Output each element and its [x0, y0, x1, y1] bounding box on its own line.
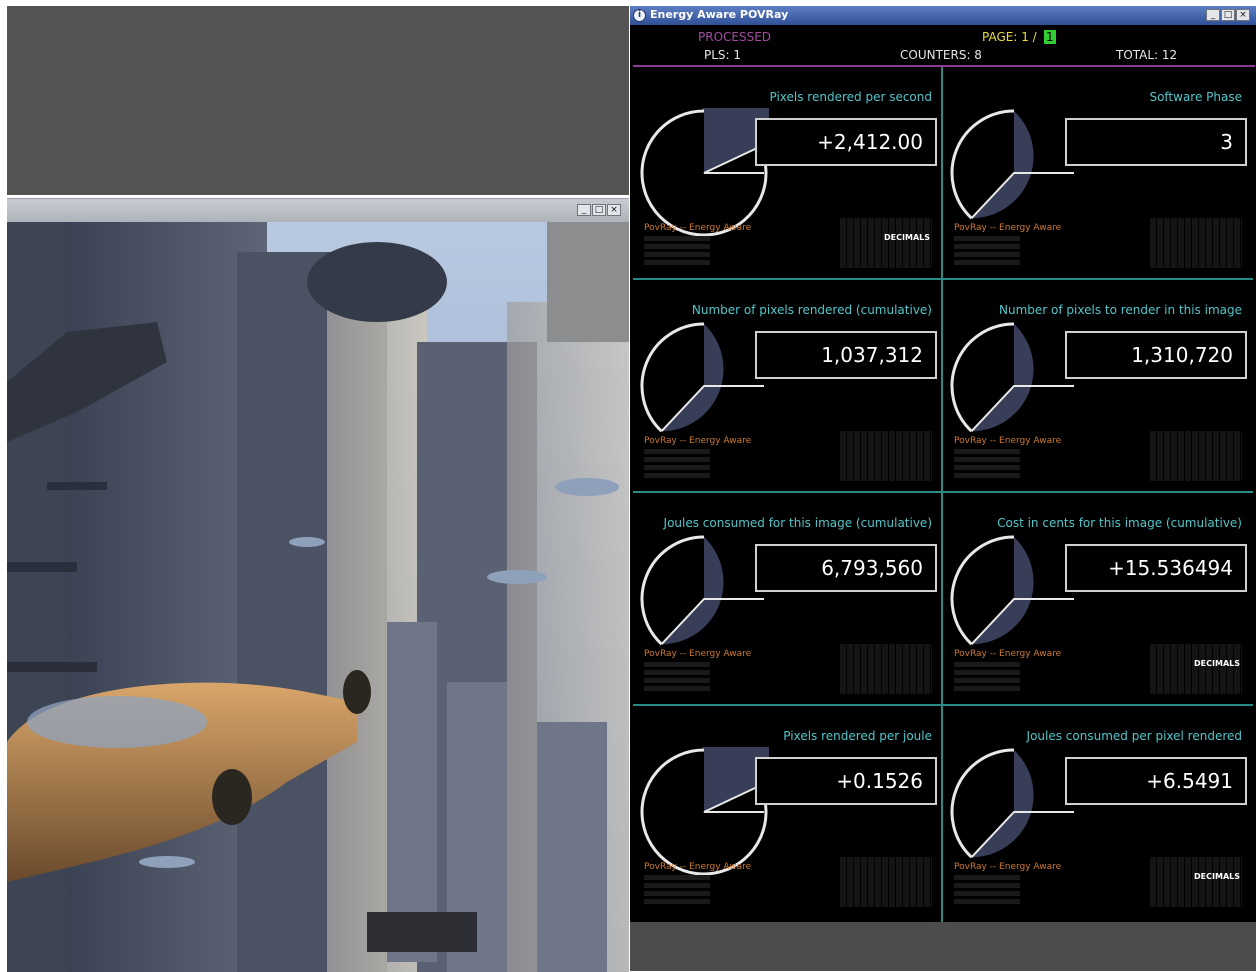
counter-panel[interactable]: Pixels rendered per second +2,412.00 PovRa… [633, 68, 938, 278]
source-label: PovRay -- Energy Aware [954, 223, 1062, 233]
decimals-label[interactable]: DECIMALS [884, 233, 930, 242]
gauge-fill [971, 750, 1034, 858]
counter-title: Joules consumed for this image (cumulati… [663, 516, 932, 530]
window-title: Energy Aware POVRay [650, 8, 789, 21]
app-titlebar[interactable]: i Energy Aware POVRay _ □ × [630, 6, 1256, 25]
gauge-fill [661, 324, 724, 432]
gauge-dial [640, 535, 764, 646]
minimize-button[interactable]: _ [1206, 9, 1220, 21]
processed-label: PROCESSED [698, 30, 772, 44]
counter-title: Number of pixels to render in this image [999, 303, 1242, 317]
gauge-fill [661, 537, 724, 645]
empty-desktop-area [7, 6, 629, 195]
faded-text-block [954, 449, 1020, 481]
page-label: PAGE: 1 / [982, 30, 1037, 44]
counter-panel[interactable]: Joules consumed for this image (cumulati… [633, 494, 938, 704]
total-count: TOTAL: 12 [1116, 48, 1178, 62]
gauge-dial [950, 748, 1074, 859]
counters-count: COUNTERS: 8 [900, 48, 982, 62]
source-label: PovRay -- Energy Aware [644, 649, 752, 659]
counter-panel[interactable]: Number of pixels to render in this image… [943, 281, 1248, 491]
header-divider [633, 65, 1255, 67]
gauge-dial [950, 322, 1074, 433]
maximize-button[interactable]: □ [592, 204, 606, 216]
counter-title: Number of pixels rendered (cumulative) [691, 303, 932, 317]
counter-title: Pixels rendered per second [769, 90, 932, 104]
gauge-dial [950, 109, 1074, 220]
source-label: PovRay -- Energy Aware [644, 862, 752, 872]
counter-title: Software Phase [1149, 90, 1242, 104]
counter-title: Cost in cents for this image (cumulative… [997, 516, 1242, 530]
source-label: PovRay -- Energy Aware [954, 649, 1062, 659]
faded-text-block [644, 662, 710, 694]
faded-text-block [644, 875, 710, 907]
gauge-fill [971, 537, 1034, 645]
gauge-dial [640, 747, 769, 876]
page-current-button[interactable]: 1 [1044, 30, 1056, 44]
decimals-label[interactable]: DECIMALS [1194, 659, 1240, 668]
pls-count: PLS: 1 [704, 48, 742, 62]
counter-value: +2,412.00 [755, 118, 937, 166]
counter-panel[interactable]: Number of pixels rendered (cumulative) 1,… [633, 281, 938, 491]
grid-divider-horizontal [633, 704, 1253, 706]
info-icon: i [633, 9, 646, 22]
counter-value: 6,793,560 [755, 544, 937, 592]
faded-text-block [954, 236, 1020, 268]
minimize-button[interactable]: _ [577, 204, 591, 216]
counter-value: 1,037,312 [755, 331, 937, 379]
source-label: PovRay -- Energy Aware [644, 223, 752, 233]
faded-text-block [644, 449, 710, 481]
counter-panel[interactable]: Pixels rendered per joule +0.1526 PovRay -… [633, 707, 938, 917]
source-label: PovRay -- Energy Aware [954, 862, 1062, 872]
decimals-label[interactable]: DECIMALS [1194, 872, 1240, 881]
counter-title: Pixels rendered per joule [783, 729, 932, 743]
energy-aware-app-window: i Energy Aware POVRay _ □ × PROCESSED PA… [630, 6, 1256, 971]
close-button[interactable]: × [1236, 9, 1250, 21]
counter-title: Joules consumed per pixel rendered [1026, 729, 1242, 743]
rendered-scene-image [7, 222, 629, 972]
grid-divider-horizontal [633, 278, 1253, 280]
gauge-fill [971, 324, 1034, 432]
faded-text-block [1150, 218, 1242, 268]
counter-value: +0.1526 [755, 757, 937, 805]
grid-divider-horizontal [633, 491, 1253, 493]
counter-panel[interactable]: Joules consumed per pixel rendered +6.549… [943, 707, 1248, 917]
faded-text-block [1150, 431, 1242, 481]
close-button[interactable]: × [607, 204, 621, 216]
counter-value: 1,310,720 [1065, 331, 1247, 379]
counter-value: 3 [1065, 118, 1247, 166]
faded-text-block [840, 857, 932, 907]
source-label: PovRay -- Energy Aware [644, 436, 752, 446]
faded-text-block [644, 236, 710, 268]
app-footer-area [630, 922, 1256, 971]
gauge-dial [950, 535, 1074, 646]
faded-text-block [954, 662, 1020, 694]
render-output-window: _ □ × [7, 198, 629, 972]
gauge-dial [640, 108, 769, 237]
gauge-fill [971, 111, 1034, 219]
counter-value: +15.536494 [1065, 544, 1247, 592]
render-window-titlebar[interactable]: _ □ × [7, 199, 629, 222]
counter-panel[interactable]: Cost in cents for this image (cumulative… [943, 494, 1248, 704]
source-label: PovRay -- Energy Aware [954, 436, 1062, 446]
counter-panel[interactable]: Software Phase 3 PovRay -- Energy Aware [943, 68, 1248, 278]
faded-text-block [1150, 857, 1242, 907]
counter-value: +6.5491 [1065, 757, 1247, 805]
faded-text-block [1150, 644, 1242, 694]
faded-text-block [954, 875, 1020, 907]
faded-text-block [840, 218, 932, 268]
maximize-button[interactable]: □ [1221, 9, 1235, 21]
faded-text-block [840, 644, 932, 694]
faded-text-block [840, 431, 932, 481]
gauge-dial [640, 322, 764, 433]
